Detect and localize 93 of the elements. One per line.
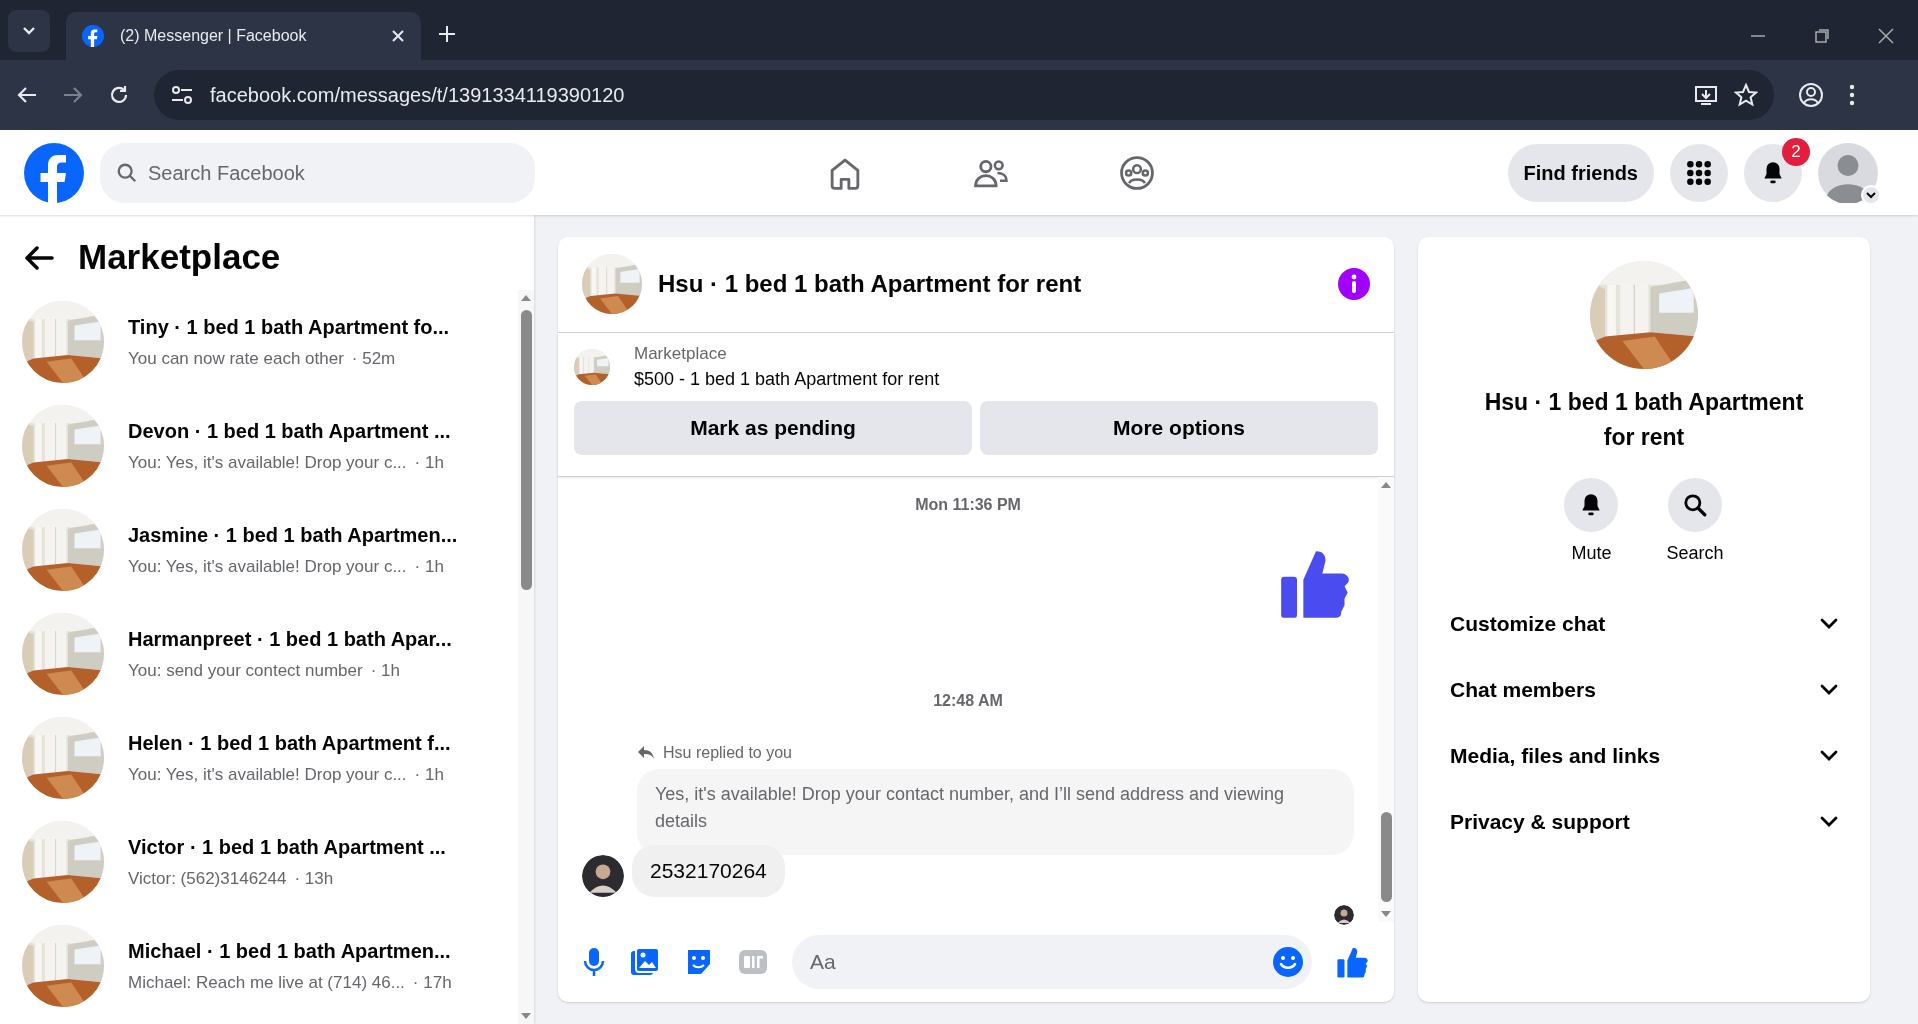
message-time: · 1h xyxy=(370,660,400,683)
image-icon[interactable] xyxy=(630,947,660,978)
conversation-item[interactable]: Tiny · 1 bed 1 bath Apartment fo... You can now rate each other · 52m xyxy=(0,290,518,394)
conversation-item[interactable]: Jasmine · 1 bed 1 bath Apartmen... You: Yes, it's available! Drop your c... · 1h xyxy=(0,498,518,602)
chevron-down-icon xyxy=(1820,684,1838,696)
message-preview: You: Yes, it's available! Drop your c... xyxy=(128,452,407,475)
info-icon[interactable] xyxy=(1338,268,1370,301)
reply-icon xyxy=(637,744,655,761)
address-bar[interactable]: facebook.com/messages/t/1391334119390120 xyxy=(154,70,1774,120)
account-menu-icon[interactable] xyxy=(1861,184,1881,205)
find-friends-button[interactable]: Find friends xyxy=(1507,143,1654,202)
star-icon[interactable] xyxy=(1734,83,1758,107)
conversation-item[interactable]: Helen · 1 bed 1 bath Apartment f... You: Yes, it's available! Drop your c... · 1h xyxy=(0,706,518,810)
tab-title: (2) Messenger | Facebook xyxy=(120,26,308,46)
grid-icon xyxy=(1686,159,1712,186)
search-icon xyxy=(1682,492,1708,518)
message-input[interactable]: Aa xyxy=(808,945,1272,979)
section-header[interactable]: Chat members xyxy=(1442,657,1846,723)
browser-tab[interactable]: (2) Messenger | Facebook xyxy=(66,12,421,60)
conversation-item[interactable]: Victor · 1 bed 1 bath Apartment ... Victor: (562)3146244 · 13h xyxy=(0,810,518,914)
logo-icon[interactable] xyxy=(24,142,84,203)
search-field[interactable]: Search Facebook xyxy=(100,142,535,203)
action-label: Search xyxy=(1666,542,1724,565)
conversation-name: Helen · 1 bed 1 bath Apartment f... xyxy=(128,731,451,757)
site-settings-icon[interactable] xyxy=(170,84,194,106)
section-header[interactable]: Media, files and links xyxy=(1442,723,1846,789)
message-time: · 52m xyxy=(351,348,396,371)
action-label: Mute xyxy=(1571,542,1612,565)
facebook-logo-icon xyxy=(82,25,104,47)
scroll-thumb[interactable] xyxy=(520,310,532,590)
message-time: · 1h xyxy=(414,556,444,579)
restore-icon[interactable] xyxy=(1814,28,1830,44)
message-preview: Victor: (562)3146244 xyxy=(128,868,287,891)
groups-icon[interactable] xyxy=(1119,154,1156,191)
conversation-name: Harmanpreet · 1 bed 1 bath Apar... xyxy=(128,627,452,653)
message-preview: Michael: Reach me live at (714) 46... xyxy=(128,972,405,995)
emoji-icon[interactable] xyxy=(1272,946,1304,979)
conversation-name: Devon · 1 bed 1 bath Apartment ... xyxy=(128,419,451,445)
seen-indicator-avatar xyxy=(1334,904,1355,925)
message-preview: You: Yes, it's available! Drop your c... xyxy=(128,764,407,787)
search-icon xyxy=(116,161,138,184)
message-bubble: 2532170264 xyxy=(632,845,785,897)
chevron-down-icon xyxy=(1820,618,1838,630)
listing-action-button[interactable]: Mark as pending xyxy=(574,401,972,455)
message-time: · 1h xyxy=(414,452,444,475)
install-icon[interactable] xyxy=(1694,84,1718,106)
message-time: · 13h xyxy=(294,868,334,891)
close-icon[interactable] xyxy=(1878,28,1894,44)
chevron-down-icon xyxy=(1820,816,1838,828)
message-timestamp: 12:48 AM xyxy=(933,691,1003,709)
profile-icon[interactable] xyxy=(1798,82,1824,108)
section-header[interactable]: Customize chat xyxy=(1442,591,1846,657)
send-like-icon[interactable] xyxy=(1336,945,1370,980)
reply-label: Hsu replied to you xyxy=(663,742,792,763)
message-field[interactable]: Aa xyxy=(792,935,1312,990)
message-time: · 17h xyxy=(412,972,452,995)
conversation-item[interactable]: Michael · 1 bed 1 bath Apartmen... Michael: Reach me live at (714) 46... · 17h xyxy=(0,914,518,1018)
scroll-down-icon[interactable] xyxy=(520,1012,532,1020)
conversation-item[interactable]: Devon · 1 bed 1 bath Apartment ... You: Yes, it's available! Drop your c... · 1h xyxy=(0,394,518,498)
sender-avatar xyxy=(582,854,624,897)
message-preview: You: send your contect number xyxy=(128,660,363,683)
conversation-name: Jasmine · 1 bed 1 bath Apartmen... xyxy=(128,523,458,549)
chevron-down-icon xyxy=(1820,750,1838,762)
listing-title: $500 - 1 bed 1 bath Apartment for rent xyxy=(634,368,940,391)
back-arrow-icon[interactable] xyxy=(24,244,54,271)
conversation-item[interactable]: Harmanpreet · 1 bed 1 bath Apar... You: send your contect number · 1h xyxy=(0,602,518,706)
notification-count: 2 xyxy=(1782,137,1810,166)
mute-button[interactable] xyxy=(1564,478,1619,532)
chevron-down-icon[interactable] xyxy=(22,26,36,36)
scroll-up-icon[interactable] xyxy=(1380,480,1393,489)
section-header[interactable]: Privacy & support xyxy=(1442,789,1846,855)
menu-icon[interactable] xyxy=(1848,83,1856,107)
microphone-icon[interactable] xyxy=(582,947,606,978)
listing-action-button[interactable]: More options xyxy=(980,401,1378,455)
scroll-down-icon[interactable] xyxy=(1380,910,1393,919)
conversation-title: Hsu · 1 bed 1 bath Apartment for rent xyxy=(1483,388,1805,452)
quoted-message: Yes, it's available! Drop your contact number, and I’ll send address and viewing details xyxy=(637,768,1355,855)
sidebar-title: Marketplace xyxy=(78,236,281,279)
chat-title: Hsu · 1 bed 1 bath Apartment for rent xyxy=(658,269,1083,300)
scroll-up-icon[interactable] xyxy=(520,294,532,302)
search-input[interactable]: Search Facebook xyxy=(146,156,446,189)
reload-icon[interactable] xyxy=(108,84,130,106)
new-tab-icon[interactable] xyxy=(437,24,457,44)
message-timestamp: Mon 11:36 PM xyxy=(915,495,1021,513)
message-time: · 1h xyxy=(414,764,444,787)
message-preview: You can now rate each other xyxy=(128,348,344,371)
conversation-name: Michael · 1 bed 1 bath Apartmen... xyxy=(128,939,452,965)
scroll-thumb[interactable] xyxy=(1380,812,1392,903)
conversation-name: Victor · 1 bed 1 bath Apartment ... xyxy=(128,835,446,861)
listing-source: Marketplace xyxy=(634,342,728,365)
conversation-name: Tiny · 1 bed 1 bath Apartment fo... xyxy=(128,315,450,341)
search-button[interactable] xyxy=(1668,478,1722,532)
message-preview: You: Yes, it's available! Drop your c... xyxy=(128,556,407,579)
